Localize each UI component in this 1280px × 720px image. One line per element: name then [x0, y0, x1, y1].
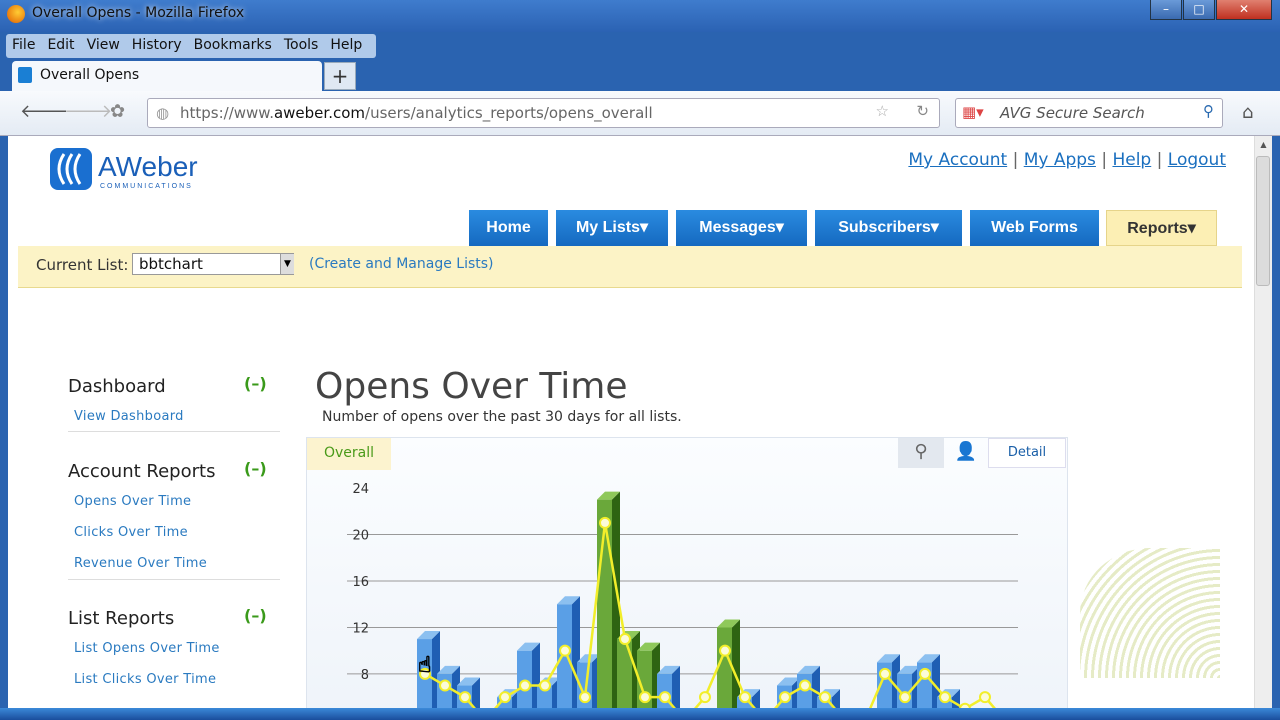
window-title: Overall Opens - Mozilla Firefox: [32, 5, 245, 21]
bar-side: [732, 619, 740, 708]
line-point: [599, 516, 611, 529]
minimize-button[interactable]: –: [1150, 0, 1182, 20]
line-point: [899, 691, 911, 704]
line-point: [439, 679, 451, 692]
maximize-button[interactable]: □: [1183, 0, 1215, 20]
line-point: [639, 691, 651, 704]
menu-bar: File Edit View History Bookmarks Tools H…: [6, 34, 376, 58]
line-point: [979, 691, 991, 704]
line-point: [659, 691, 671, 704]
menu-view[interactable]: View: [81, 34, 126, 58]
line-point: [799, 679, 811, 692]
window-titlebar: Overall Opens - Mozilla Firefox – □ ✕: [0, 0, 1280, 32]
bar: [517, 650, 532, 708]
opens-line: [424, 522, 996, 708]
new-tab-button[interactable]: +: [324, 62, 356, 90]
line-point: [699, 691, 711, 704]
bookmark-star-icon[interactable]: ☆: [876, 102, 889, 120]
search-placeholder: AVG Secure Search: [1000, 104, 1145, 122]
tab-title: Overall Opens: [40, 67, 140, 83]
y-tick-label: 20: [352, 528, 369, 543]
line-point: [559, 644, 571, 657]
line-point: [519, 679, 531, 692]
forward-icon[interactable]: 🡒: [64, 101, 112, 122]
aweber-favicon-icon: [18, 67, 32, 83]
globe-icon: ◍: [156, 104, 170, 122]
line-point: [779, 691, 791, 704]
menu-tools[interactable]: Tools: [278, 34, 325, 58]
url-path: /users/analytics_reports/opens_overall: [365, 104, 653, 122]
web-page: AWeber COMMUNICATIONS My Account | My Ap…: [8, 136, 1272, 708]
line-point: [939, 691, 951, 704]
line-point: [539, 679, 551, 692]
home-icon[interactable]: ⌂: [1242, 102, 1253, 123]
y-tick-label: 12: [352, 621, 369, 636]
url-bar[interactable]: ◍ https://www.aweber.com/users/analytics…: [147, 98, 940, 128]
scrollbar-thumb[interactable]: [1256, 156, 1270, 286]
bar: [717, 627, 732, 708]
line-point: [579, 691, 591, 704]
taskbar: [0, 708, 1280, 720]
y-tick-label: 24: [352, 482, 369, 497]
avg-icon: ▦▾: [962, 103, 984, 121]
line-point: [499, 691, 511, 704]
line-point: [879, 667, 891, 680]
addon-icon[interactable]: ✿: [110, 101, 125, 122]
scroll-up-icon[interactable]: ▲: [1255, 140, 1272, 149]
line-point: [459, 691, 471, 704]
reload-icon[interactable]: ↻: [916, 102, 929, 120]
decorative-swirl: [1080, 548, 1220, 678]
line-point: [919, 667, 931, 680]
menu-edit[interactable]: Edit: [41, 34, 80, 58]
search-input[interactable]: ▦▾ AVG Secure Search ⚲: [955, 98, 1223, 128]
line-point: [739, 691, 751, 704]
search-icon[interactable]: ⚲: [1203, 102, 1214, 120]
firefox-icon: [7, 5, 25, 23]
y-tick-label: 16: [352, 575, 369, 590]
close-button[interactable]: ✕: [1216, 0, 1272, 20]
menu-file[interactable]: File: [6, 34, 41, 58]
line-point: [719, 644, 731, 657]
menu-help[interactable]: Help: [324, 34, 368, 58]
line-point: [619, 633, 631, 646]
browser-tab[interactable]: Overall Opens: [12, 61, 322, 91]
line-point: [819, 691, 831, 704]
url-domain: aweber.com: [273, 104, 366, 122]
back-icon[interactable]: 🡐: [20, 101, 68, 122]
hand-cursor-icon: ☝: [418, 653, 431, 678]
y-tick-label: 8: [361, 668, 369, 683]
url-prefix: https://www.: [180, 104, 274, 122]
menu-bookmarks[interactable]: Bookmarks: [188, 34, 278, 58]
menu-history[interactable]: History: [126, 34, 188, 58]
